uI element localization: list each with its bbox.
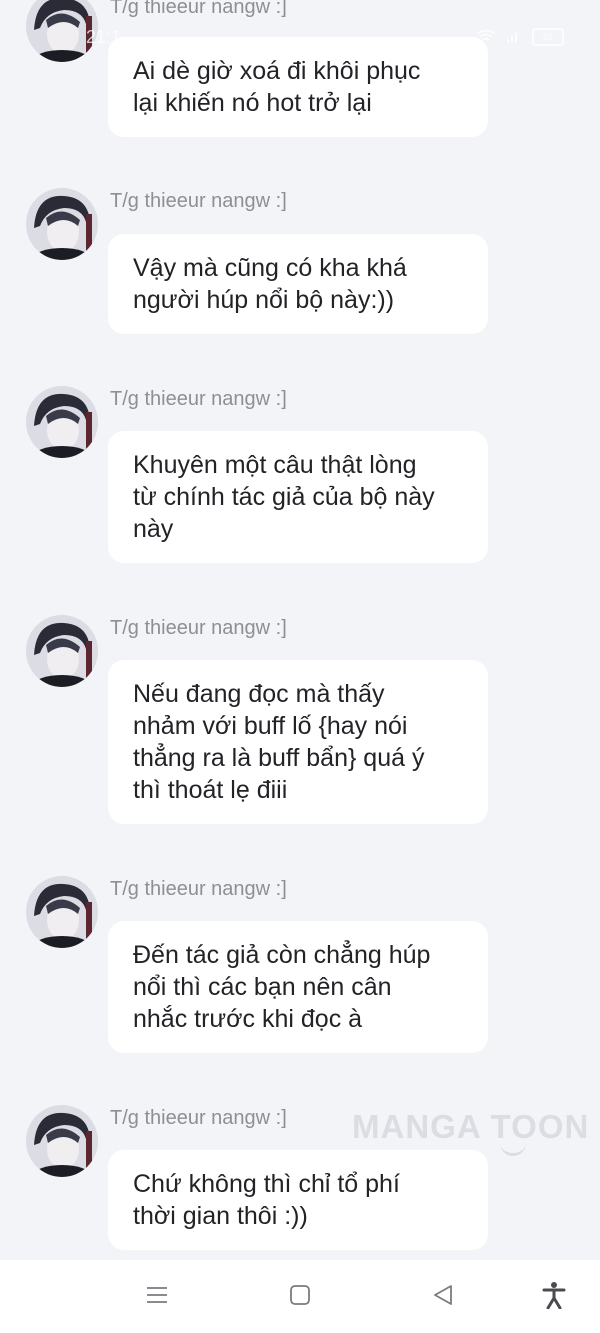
status-icons: 92 <box>476 28 564 46</box>
accessibility-button[interactable] <box>537 1280 571 1314</box>
accessibility-icon <box>542 1281 566 1314</box>
message-author: T/g thieeur nangw :] <box>110 617 287 639</box>
chat-screen: 21:1 92 T/g thieeur nangw :] Ai dè giờ x… <box>0 0 600 1333</box>
back-triangle-icon <box>432 1284 454 1311</box>
message-author: T/g thieeur nangw :] <box>110 0 287 18</box>
message-author: T/g thieeur nangw :] <box>110 878 287 900</box>
message-bubble: Nếu đang đọc mà thấy nhảm với buff lố {h… <box>108 660 488 824</box>
message-bubble: Khuyên một câu thật lòng từ chính tác gi… <box>108 431 488 563</box>
avatar[interactable] <box>26 386 98 458</box>
navigation-bar <box>0 1260 600 1333</box>
message-bubble: Đến tác giả còn chẳng húp nổi thì các bạ… <box>108 921 488 1053</box>
signal-icon <box>506 29 522 46</box>
message-author: T/g thieeur nangw :] <box>110 190 287 212</box>
avatar[interactable] <box>26 0 98 62</box>
home-button[interactable] <box>283 1280 317 1314</box>
message-author: T/g thieeur nangw :] <box>110 1107 287 1129</box>
avatar[interactable] <box>26 876 98 948</box>
message-bubble: Chứ không thì chỉ tổ phí thời gian thôi … <box>108 1150 488 1250</box>
message-bubble: Ai dè giờ xoá đi khôi phục lại khiến nó … <box>108 37 488 137</box>
avatar[interactable] <box>26 1105 98 1177</box>
message-bubble: Vậy mà cũng có kha khá người húp nổi bộ … <box>108 234 488 334</box>
home-square-icon <box>289 1284 311 1311</box>
watermark-logo: MANGA TOON <box>352 1108 590 1145</box>
menu-icon <box>146 1285 168 1310</box>
message-author: T/g thieeur nangw :] <box>110 388 287 410</box>
battery-icon: 92 <box>532 28 564 46</box>
back-button[interactable] <box>426 1280 460 1314</box>
avatar[interactable] <box>26 188 98 260</box>
watermark-smile-icon <box>500 1141 526 1156</box>
menu-button[interactable] <box>140 1280 174 1314</box>
avatar[interactable] <box>26 615 98 687</box>
